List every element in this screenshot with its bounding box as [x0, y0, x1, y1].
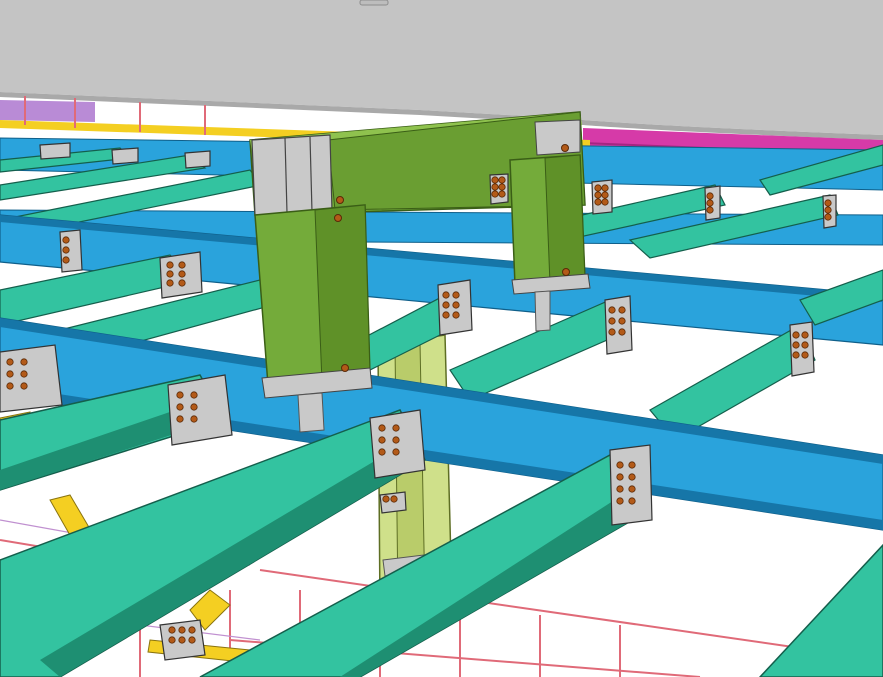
bolt-icon: [561, 144, 569, 152]
bolt-icon: [824, 206, 832, 214]
steel-framing-scene[interactable]: [0, 0, 883, 677]
bolt-icon: [618, 306, 626, 314]
bolt-icon: [616, 461, 624, 469]
bolt-icon: [706, 199, 714, 207]
purple-beam: [0, 100, 95, 122]
bolt-icon: [628, 485, 636, 493]
bolt-icon: [498, 190, 506, 198]
bolt-icon: [62, 246, 70, 254]
bolt-icon: [20, 358, 28, 366]
bolt-icon: [452, 311, 460, 319]
bolt-icon: [491, 190, 499, 198]
bolt-icon: [166, 279, 174, 287]
bolt-icon: [491, 183, 499, 191]
bolt-icon: [618, 328, 626, 336]
bolt-icon: [801, 341, 809, 349]
bolt-icon: [378, 436, 386, 444]
bolt-icon: [594, 191, 602, 199]
bolt-icon: [188, 626, 196, 634]
bolt-icon: [6, 358, 14, 366]
bolt-icon: [336, 196, 344, 204]
bolt-icon: [824, 199, 832, 207]
plate-4: [167, 374, 233, 446]
bolt-icon: [378, 424, 386, 432]
bolt-icon: [498, 183, 506, 191]
plate-12: [591, 179, 613, 215]
bolt-icon: [442, 301, 450, 309]
bolt-icon: [20, 382, 28, 390]
slab-marker: [359, 0, 389, 6]
bolt-icon: [178, 261, 186, 269]
plate-8: [609, 444, 653, 526]
bolt-icon: [62, 256, 70, 264]
bolt-icon: [334, 214, 342, 222]
bolt-icon: [616, 497, 624, 505]
bolt-icon: [442, 311, 450, 319]
plate-3: [0, 344, 63, 413]
bolt-icon: [628, 473, 636, 481]
bolt-icon: [392, 448, 400, 456]
plate-18: [379, 491, 407, 514]
plate-5: [369, 409, 426, 479]
bolt-icon: [452, 301, 460, 309]
bolt-icon: [188, 636, 196, 644]
bolt-icon: [6, 382, 14, 390]
bolt-icon: [594, 184, 602, 192]
bolt-icon: [382, 495, 390, 503]
bolt-icon: [562, 268, 570, 276]
bolt-icon: [628, 461, 636, 469]
bolt-icon: [594, 198, 602, 206]
bolt-icon: [601, 198, 609, 206]
bolt-icon: [608, 328, 616, 336]
bolt-icon: [20, 370, 28, 378]
bolt-icon: [616, 473, 624, 481]
bolt-icon: [176, 403, 184, 411]
plate-14: [39, 142, 71, 160]
bolt-icon: [178, 636, 186, 644]
bolt-icon: [178, 279, 186, 287]
bolt-icon: [390, 495, 398, 503]
bolt-icon: [628, 497, 636, 505]
bolt-icon: [176, 415, 184, 423]
bolt-icon: [452, 291, 460, 299]
bolt-icon: [166, 270, 174, 278]
bolt-icon: [392, 436, 400, 444]
bolt-icon: [378, 448, 386, 456]
bolt-icon: [616, 485, 624, 493]
bolt-icon: [6, 370, 14, 378]
bolt-icon: [178, 626, 186, 634]
bolt-icon: [618, 317, 626, 325]
plate-15: [111, 147, 139, 165]
bolt-icon: [166, 261, 174, 269]
bolt-icon: [176, 391, 184, 399]
bolt-icon: [792, 351, 800, 359]
bolt-icon: [792, 331, 800, 339]
bolt-icon: [498, 176, 506, 184]
bolt-icon: [392, 424, 400, 432]
bolt-icon: [608, 306, 616, 314]
bolt-icon: [601, 191, 609, 199]
bolt-icon: [706, 192, 714, 200]
bolt-icon: [442, 291, 450, 299]
bolt-icon: [706, 206, 714, 214]
bolt-icon: [178, 270, 186, 278]
bolt-icon: [801, 331, 809, 339]
bolt-icon: [608, 317, 616, 325]
bolt-icon: [601, 184, 609, 192]
bolt-icon: [792, 341, 800, 349]
bolt-icon: [168, 636, 176, 644]
bolt-icon: [341, 364, 349, 372]
plate-7: [604, 295, 633, 355]
bolt-icon: [824, 213, 832, 221]
bolt-icon: [168, 626, 176, 634]
bolt-icon: [491, 176, 499, 184]
bolt-icon: [62, 236, 70, 244]
bolt-icon: [190, 415, 198, 423]
bolt-icon: [190, 403, 198, 411]
bolt-icon: [801, 351, 809, 359]
plate-16: [184, 150, 211, 169]
model-viewport[interactable]: [0, 0, 883, 677]
plate-9: [789, 321, 815, 377]
bolt-icon: [190, 391, 198, 399]
